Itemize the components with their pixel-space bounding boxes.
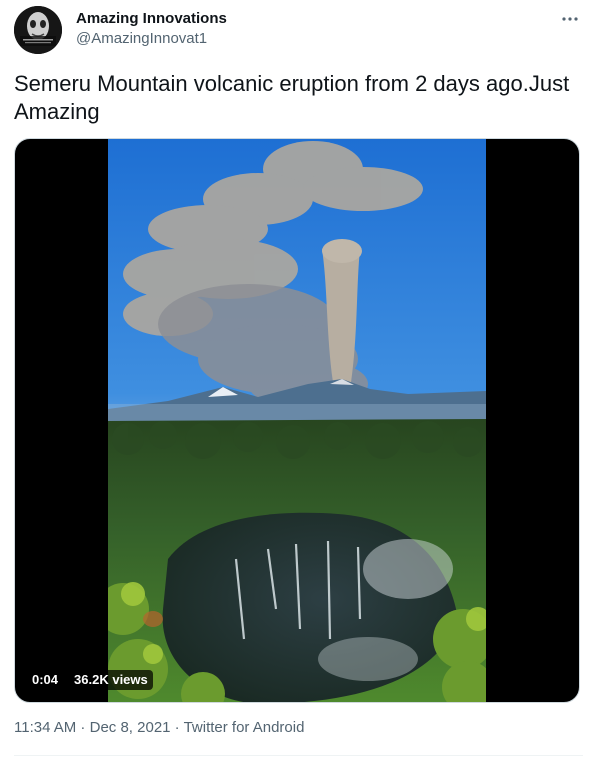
tweet: Amazing Innovations @AmazingInnovat1 Sem… xyxy=(0,0,597,759)
tweet-source[interactable]: Twitter for Android xyxy=(184,719,305,736)
avatar[interactable] xyxy=(14,6,62,54)
author-handle[interactable]: @AmazingInnovat1 xyxy=(76,30,207,47)
tweet-time[interactable]: 11:34 AM xyxy=(14,719,76,736)
meta-separator: · xyxy=(170,719,184,736)
divider xyxy=(14,755,583,756)
tweet-text: Semeru Mountain volcanic eruption from 2… xyxy=(14,71,570,124)
video-frame xyxy=(108,139,486,702)
tweet-metadata: 11:34 AM · Dec 8, 2021 · Twitter for And… xyxy=(14,719,304,736)
more-horizontal-icon[interactable] xyxy=(557,8,583,30)
meta-separator: · xyxy=(76,719,90,736)
video-overlay: 0:04 36.2K views xyxy=(27,670,153,690)
avatar-image xyxy=(14,6,62,54)
video-player[interactable]: 0:04 36.2K views xyxy=(14,138,580,703)
video-view-count: 36.2K views xyxy=(69,670,153,690)
author-display-name[interactable]: Amazing Innovations xyxy=(76,10,227,27)
tweet-date[interactable]: Dec 8, 2021 xyxy=(90,719,171,736)
video-elapsed-time: 0:04 xyxy=(27,670,64,690)
